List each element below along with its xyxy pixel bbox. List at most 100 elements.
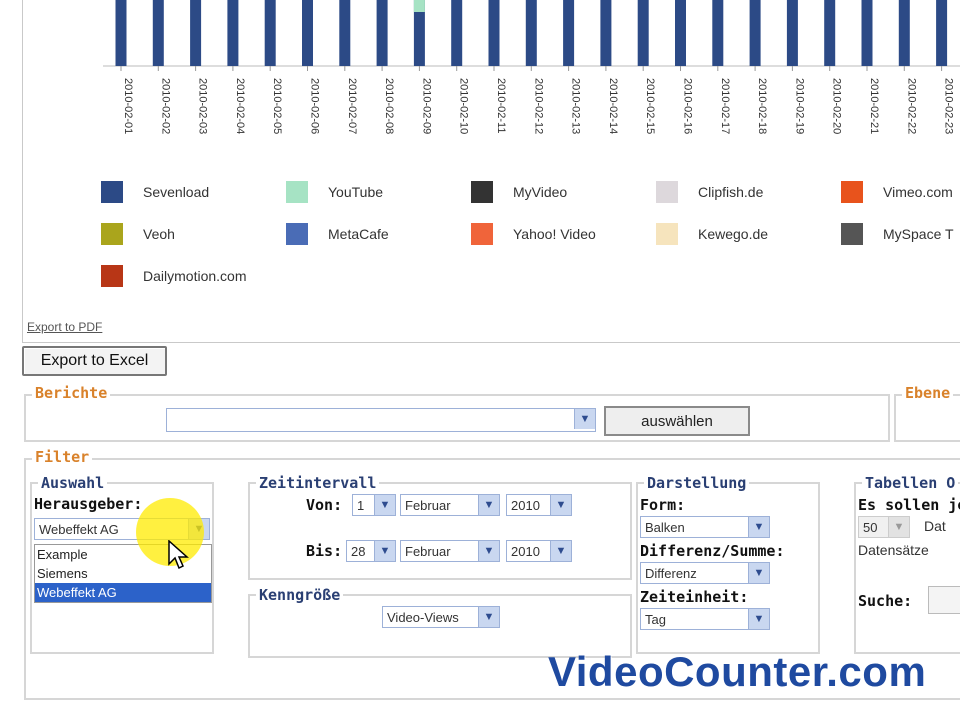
display-legend: Darstellung bbox=[644, 474, 750, 492]
metric-select[interactable]: Video-Views ▼ bbox=[382, 606, 500, 628]
x-tick-label: 2010-02-10 bbox=[458, 78, 470, 134]
chart-bar bbox=[264, 0, 276, 66]
x-tick-label: 2010-02-11 bbox=[495, 78, 507, 133]
chevron-down-icon: ▼ bbox=[374, 541, 395, 561]
export-excel-button[interactable]: Export to Excel bbox=[22, 346, 167, 376]
legend-label: Veoh bbox=[143, 226, 175, 242]
legend-item: MyVideo bbox=[471, 181, 656, 203]
x-tick-label: 2010-02-03 bbox=[197, 78, 209, 134]
export-pdf-link[interactable]: Export to PDF bbox=[27, 320, 102, 334]
selection-legend: Auswahl bbox=[38, 474, 108, 492]
from-month-select[interactable]: Februar ▼ bbox=[400, 494, 500, 516]
x-tick-label: 2010-02-20 bbox=[831, 78, 843, 134]
levels-legend: Ebene bbox=[902, 384, 954, 402]
chart-bar bbox=[861, 0, 873, 66]
legend-item: MetaCafe bbox=[286, 223, 471, 245]
legend-swatch bbox=[471, 181, 493, 203]
legend-swatch bbox=[841, 181, 863, 203]
mouse-cursor-icon bbox=[168, 540, 189, 570]
chart-bar bbox=[190, 0, 202, 66]
legend-label: MetaCafe bbox=[328, 226, 389, 242]
chevron-down-icon: ▼ bbox=[478, 607, 499, 627]
x-tick-label: 2010-02-01 bbox=[122, 78, 134, 134]
legend-item: Yahoo! Video bbox=[471, 223, 656, 245]
search-input[interactable] bbox=[928, 586, 960, 614]
x-tick-label: 2010-02-22 bbox=[905, 78, 917, 134]
legend-label: YouTube bbox=[328, 184, 384, 200]
chart-bar bbox=[525, 0, 537, 66]
legend-item: Kewego.de bbox=[656, 223, 841, 245]
legend-label: Dailymotion.com bbox=[143, 268, 247, 284]
to-year-value: 2010 bbox=[511, 543, 540, 559]
rows-per-page-value: 50 bbox=[863, 519, 878, 535]
chevron-down-icon: ▼ bbox=[550, 541, 571, 561]
bar-chart: 2010-02-01 2010-02-02 2010-02-03 2010-02-04… bbox=[103, 0, 960, 134]
metric-legend: Kenngröße bbox=[256, 586, 344, 604]
chevron-down-icon: ▼ bbox=[748, 609, 769, 629]
chart-bar bbox=[786, 0, 798, 66]
chart-bar bbox=[936, 0, 948, 66]
to-day-value: 28 bbox=[351, 543, 366, 559]
from-day-select[interactable]: 1 ▼ bbox=[352, 494, 396, 516]
records-label: Datensätze bbox=[858, 542, 929, 558]
legend-swatch bbox=[101, 181, 123, 203]
chart-bar bbox=[451, 0, 463, 66]
diff-sum-select[interactable]: Differenz ▼ bbox=[640, 562, 770, 584]
chart-bar bbox=[563, 0, 575, 66]
chevron-down-icon: ▼ bbox=[748, 517, 769, 537]
reports-legend: Berichte bbox=[32, 384, 111, 402]
legend-item: Sevenload bbox=[101, 181, 286, 203]
levels-fieldset: Ebene bbox=[894, 384, 960, 442]
legend-swatch bbox=[101, 265, 123, 287]
reports-fieldset: Berichte ▼ auswählen bbox=[24, 384, 890, 442]
watermark: VideoCounter.com bbox=[548, 648, 927, 695]
rows-per-page-label: Es sollen je bbox=[858, 496, 960, 514]
x-tick-label: 2010-02-06 bbox=[309, 78, 321, 134]
to-year-select[interactable]: 2010 ▼ bbox=[506, 540, 572, 562]
x-tick-label: 2010-02-15 bbox=[644, 78, 656, 134]
select-report-button[interactable]: auswählen bbox=[604, 406, 750, 436]
chevron-down-icon: ▼ bbox=[748, 563, 769, 583]
chart-bar-segment bbox=[413, 0, 425, 12]
chart-bar bbox=[376, 0, 388, 66]
chart-bar bbox=[152, 0, 164, 66]
search-label: Suche: bbox=[858, 592, 913, 610]
x-tick-label: 2010-02-13 bbox=[570, 78, 582, 134]
report-select[interactable]: ▼ bbox=[166, 408, 596, 432]
chart-bar bbox=[302, 0, 313, 66]
chevron-down-icon: ▼ bbox=[478, 495, 499, 515]
to-month-select[interactable]: Februar ▼ bbox=[400, 540, 500, 562]
legend-swatch bbox=[101, 223, 123, 245]
legend-label: Kewego.de bbox=[698, 226, 769, 242]
x-tick-label: 2010-02-14 bbox=[607, 78, 619, 134]
time-unit-label: Zeiteinheit: bbox=[640, 588, 749, 606]
chart-bar bbox=[898, 0, 910, 66]
metric-value: Video-Views bbox=[387, 609, 459, 625]
to-day-select[interactable]: 28 ▼ bbox=[346, 540, 396, 562]
form-select[interactable]: Balken ▼ bbox=[640, 516, 770, 538]
legend-swatch bbox=[286, 223, 308, 245]
publisher-option[interactable]: Webeffekt AG bbox=[35, 583, 211, 602]
legend-item: YouTube bbox=[286, 181, 471, 203]
legend-label: Vimeo.com bbox=[883, 184, 953, 200]
chevron-down-icon: ▼ bbox=[374, 495, 395, 515]
publisher-label: Herausgeber: bbox=[34, 495, 143, 513]
from-year-select[interactable]: 2010 ▼ bbox=[506, 494, 572, 516]
diff-sum-value: Differenz bbox=[645, 565, 697, 581]
time-unit-select[interactable]: Tag ▼ bbox=[640, 608, 770, 630]
x-tick-label: 2010-02-18 bbox=[756, 78, 768, 134]
legend-label: Clipfish.de bbox=[698, 184, 764, 200]
diff-sum-label: Differenz/Summe: bbox=[640, 542, 785, 560]
form-value: Balken bbox=[645, 519, 685, 535]
chevron-down-icon: ▼ bbox=[478, 541, 499, 561]
chart-bar bbox=[824, 0, 836, 66]
chart-bar bbox=[600, 0, 612, 66]
chart-panel: 2010-02-01 2010-02-02 2010-02-03 2010-02-04… bbox=[22, 0, 960, 343]
rows-per-page-select[interactable]: 50 ▼ bbox=[858, 516, 910, 538]
publisher-select-value: Webeffekt AG bbox=[39, 521, 119, 537]
chart-bar bbox=[339, 0, 351, 66]
chevron-down-icon: ▼ bbox=[574, 409, 595, 429]
table-options-legend: Tabellen O bbox=[862, 474, 959, 492]
legend-swatch bbox=[656, 223, 678, 245]
chart-bar bbox=[637, 0, 649, 66]
